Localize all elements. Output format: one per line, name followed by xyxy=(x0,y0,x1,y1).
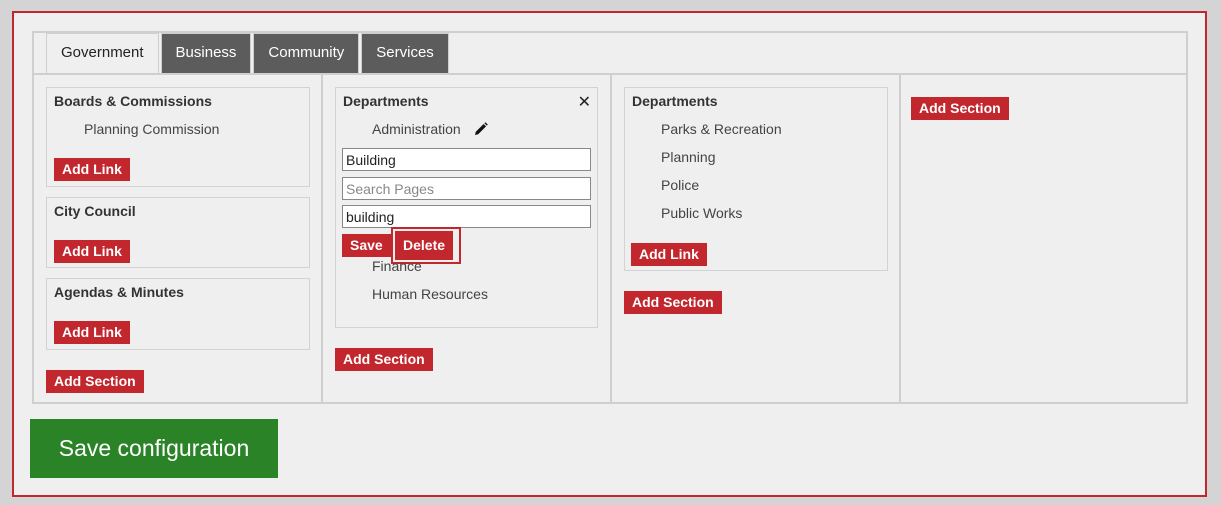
add-section-button[interactable]: Add Section xyxy=(335,348,433,371)
add-section-button[interactable]: Add Section xyxy=(911,97,1009,120)
link-human-resources[interactable]: Human Resources xyxy=(372,286,488,302)
add-link-button[interactable]: Add Link xyxy=(631,243,707,266)
tab-community[interactable]: Community xyxy=(253,33,360,73)
tab-bar: Government Business Community Services xyxy=(46,33,451,73)
pencil-icon[interactable] xyxy=(474,122,488,136)
section-title: Boards & Commissions xyxy=(54,93,212,109)
link-parks-recreation[interactable]: Parks & Recreation xyxy=(661,121,782,137)
link-public-works[interactable]: Public Works xyxy=(661,205,742,221)
link-url-input[interactable] xyxy=(342,205,591,228)
delete-link-button[interactable]: Delete xyxy=(395,231,454,260)
section-agendas-minutes: Agendas & Minutes Add Link xyxy=(46,278,310,350)
link-planning-commission[interactable]: Planning Commission xyxy=(84,121,219,137)
add-section-button[interactable]: Add Section xyxy=(46,370,144,393)
section-title: Agendas & Minutes xyxy=(54,284,184,300)
link-planning[interactable]: Planning xyxy=(661,149,716,165)
link-finance[interactable]: Finance xyxy=(372,258,422,274)
section-departments: Departments Parks & Recreation Planning … xyxy=(624,87,888,271)
link-administration[interactable]: Administration xyxy=(372,121,461,137)
link-title-input[interactable] xyxy=(342,148,591,171)
save-configuration-button[interactable]: Save configuration xyxy=(30,419,278,478)
tabs-container: Government Business Community Services B… xyxy=(32,31,1188,404)
tab-business[interactable]: Business xyxy=(160,33,252,73)
configuration-frame: Government Business Community Services B… xyxy=(12,11,1207,497)
link-police[interactable]: Police xyxy=(661,177,699,193)
add-link-button[interactable]: Add Link xyxy=(54,240,130,263)
add-link-button[interactable]: Add Link xyxy=(54,158,130,181)
add-section-button[interactable]: Add Section xyxy=(624,291,722,314)
close-icon[interactable]: ✕ xyxy=(578,92,591,112)
save-link-button[interactable]: Save xyxy=(342,234,391,257)
section-title: Departments xyxy=(632,93,718,109)
column-3: Departments Parks & Recreation Planning … xyxy=(612,75,901,404)
section-departments-editing: Departments ✕ Administration Save Delete… xyxy=(335,87,598,328)
search-pages-input[interactable] xyxy=(342,177,591,200)
section-city-council: City Council Add Link xyxy=(46,197,310,268)
section-boards-commissions: Boards & Commissions Planning Commission… xyxy=(46,87,310,187)
tab-services[interactable]: Services xyxy=(361,33,449,73)
add-link-button[interactable]: Add Link xyxy=(54,321,130,344)
columns: Boards & Commissions Planning Commission… xyxy=(34,73,1186,404)
tab-government[interactable]: Government xyxy=(46,33,159,73)
section-title: Departments xyxy=(343,93,429,109)
column-4: Add Section xyxy=(901,75,1186,404)
column-2: Departments ✕ Administration Save Delete… xyxy=(323,75,612,404)
section-title: City Council xyxy=(54,203,136,219)
column-1: Boards & Commissions Planning Commission… xyxy=(34,75,323,404)
